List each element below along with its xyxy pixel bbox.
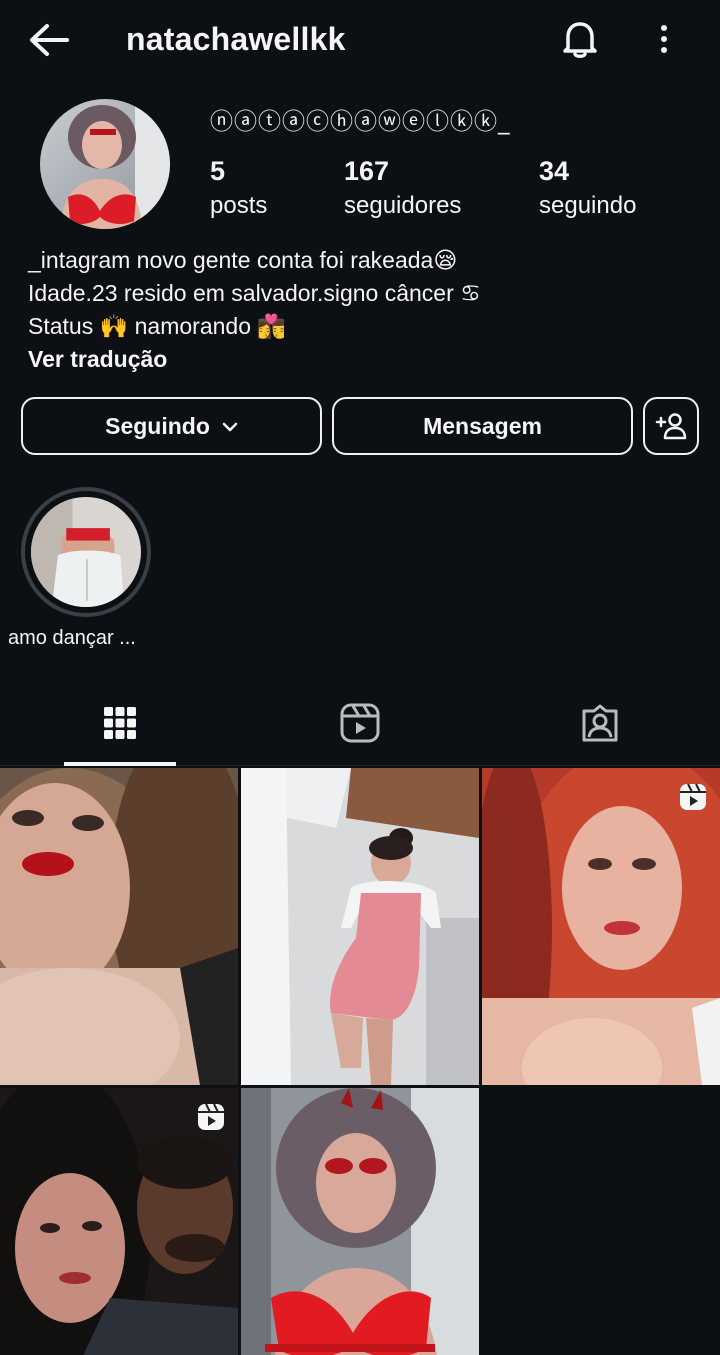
profile-display-name: ⓝⓐⓣⓐⓒⓗⓐⓦⓔⓛⓚⓚ_ [210, 109, 511, 135]
top-bar: natachawellkk [0, 0, 720, 80]
add-user-icon [655, 413, 687, 440]
post-thumbnail[interactable] [241, 768, 479, 1085]
posts-count-label: posts [210, 192, 268, 219]
bio-line: _intagram novo gente conta foi rakeada😪 [28, 247, 458, 273]
suggest-users-button[interactable] [643, 397, 699, 455]
back-button[interactable] [26, 20, 72, 60]
posts-count-value: 5 [210, 156, 226, 186]
following-button[interactable]: Seguindo [21, 397, 322, 455]
posts-count[interactable]: 5 posts [210, 154, 267, 222]
tab-reels[interactable] [240, 680, 480, 766]
post-thumbnail[interactable] [0, 1088, 238, 1355]
reel-icon [198, 1103, 224, 1130]
bio-line: Idade.23 resido em salvador.signo câncer… [28, 280, 481, 306]
bio-line: Status 🙌 namorando 👩‍❤️‍💋‍👨 [28, 313, 287, 339]
reels-icon [340, 703, 380, 743]
see-translation-link[interactable]: Ver tradução [28, 343, 708, 376]
profile-avatar[interactable] [40, 99, 170, 229]
more-options-button[interactable] [644, 16, 684, 62]
followers-count-value: 167 [344, 156, 390, 186]
following-button-label: Seguindo [105, 412, 210, 439]
tab-posts-grid[interactable] [0, 680, 240, 766]
tab-tagged[interactable] [480, 680, 720, 766]
following-count-label: seguindo [539, 192, 637, 219]
followers-count[interactable]: 167 seguidores [344, 154, 461, 222]
notifications-button[interactable] [556, 16, 604, 62]
post-thumbnail[interactable] [241, 1088, 479, 1355]
post-thumbnail[interactable] [0, 768, 238, 1085]
chevron-down-icon [222, 422, 238, 432]
story-highlight-cover [31, 497, 141, 607]
profile-tabs [0, 680, 720, 766]
message-button-label: Mensagem [423, 412, 542, 439]
story-highlight-label[interactable]: amo dançar ... [8, 625, 136, 651]
profile-username: natachawellkk [126, 21, 346, 57]
post-thumbnail[interactable] [482, 768, 720, 1085]
story-highlight[interactable] [21, 487, 151, 617]
message-button[interactable]: Mensagem [332, 397, 633, 455]
more-vertical-icon [661, 25, 667, 53]
grid-icon [104, 707, 136, 739]
following-count-value: 34 [539, 156, 570, 186]
reel-icon [680, 783, 706, 810]
following-count[interactable]: 34 seguindo [539, 154, 636, 222]
arrow-left-icon [30, 24, 69, 56]
tagged-icon [582, 704, 618, 742]
profile-bio: _intagram novo gente conta foi rakeada😪 … [28, 244, 708, 376]
bell-icon [563, 22, 597, 58]
followers-count-label: seguidores [344, 192, 462, 219]
active-tab-indicator [64, 762, 176, 766]
